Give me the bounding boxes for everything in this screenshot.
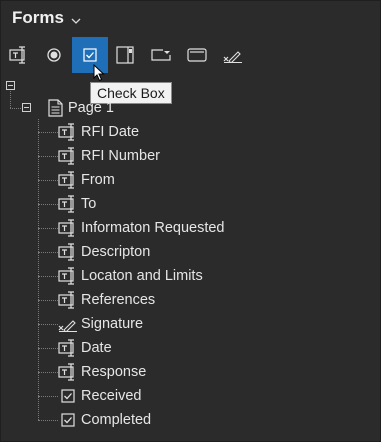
collapse-page-button[interactable] [22, 103, 31, 112]
text-field-icon [58, 266, 78, 286]
tree-connector [38, 156, 58, 157]
tree-connector [38, 372, 58, 373]
text-field-icon [58, 290, 78, 310]
tree-connector [38, 276, 58, 277]
tree-item-label: To [81, 196, 97, 212]
text-field-icon [58, 218, 78, 238]
tree-item-label: Informaton Requested [81, 220, 225, 236]
tree-connector [38, 132, 58, 133]
tree-item-label: RFI Date [81, 124, 140, 140]
tree-item-field[interactable]: Date [58, 338, 112, 358]
checkbox-icon [83, 48, 97, 62]
radio-button-tool-button[interactable] [36, 37, 72, 73]
tree-item-field[interactable]: Signature [58, 314, 143, 334]
text-field-icon [58, 338, 78, 358]
list-box-tool-button[interactable] [107, 37, 143, 73]
tree-connector [38, 228, 58, 229]
text-field-icon [58, 146, 78, 166]
tree-item-label: Descripton [81, 244, 151, 260]
checkbox-icon [58, 386, 78, 406]
tree-item-label: Page 1 [68, 100, 114, 116]
tree-item-field[interactable]: RFI Number [58, 146, 160, 166]
tree-connector [38, 396, 58, 397]
forms-panel: Forms Check Box Page 1 RFI Date RFI Numb… [0, 0, 381, 442]
collapse-root-button[interactable] [6, 81, 15, 90]
tree-item-field[interactable]: Received [58, 386, 141, 406]
tree-item-field[interactable]: RFI Date [58, 122, 139, 142]
tree-connector [38, 420, 58, 421]
tree-connector [38, 300, 58, 301]
tree-item-label: Received [81, 388, 142, 404]
tree-item-field[interactable]: Completed [58, 410, 151, 430]
tree-connector [38, 348, 58, 349]
tree-item-field[interactable]: Response [58, 362, 146, 382]
tree-connector [38, 180, 58, 181]
text-field-icon [9, 46, 25, 64]
chevron-down-icon[interactable] [71, 13, 81, 24]
mouse-pointer-icon [93, 63, 105, 87]
signature-icon [223, 51, 242, 63]
text-field-tool-button[interactable] [1, 37, 37, 73]
tree-item-field[interactable]: To [58, 194, 96, 214]
panel-header[interactable]: Forms [12, 7, 81, 29]
text-field-icon [58, 362, 78, 382]
tree-item-label: Date [81, 340, 112, 356]
list-box-icon [116, 46, 134, 64]
tree-item-field[interactable]: From [58, 170, 115, 190]
tree-item-label: Response [81, 364, 147, 380]
text-field-icon [58, 194, 78, 214]
tree-item-label: From [81, 172, 115, 188]
tree-connector [38, 204, 58, 205]
page-icon [46, 98, 64, 118]
checkbox-icon [58, 410, 78, 430]
tree-connector [38, 324, 58, 325]
tree-item-field[interactable]: References [58, 290, 155, 310]
push-button-tool-button[interactable] [179, 37, 215, 73]
text-field-icon [58, 122, 78, 142]
combo-box-tool-button[interactable] [143, 37, 179, 73]
tree-item-page[interactable]: Page 1 [46, 97, 114, 119]
text-field-icon [58, 170, 78, 190]
tree-item-field[interactable]: Descripton [58, 242, 150, 262]
combo-box-icon [151, 49, 171, 61]
text-field-icon [58, 242, 78, 262]
signature-icon [58, 314, 78, 334]
tree-item-label: Completed [81, 412, 152, 428]
tree-item-label: Locaton and Limits [81, 268, 203, 284]
tree-connector [38, 252, 58, 253]
radio-button-icon [47, 48, 61, 62]
tree-item-label: Signature [81, 316, 144, 332]
tree-item-field[interactable]: Informaton Requested [58, 218, 224, 238]
tree-item-field[interactable]: Locaton and Limits [58, 266, 203, 286]
signature-tool-button[interactable] [215, 37, 251, 73]
tree-item-label: RFI Number [81, 148, 160, 164]
tree-item-label: References [81, 292, 156, 308]
push-button-icon [187, 48, 207, 62]
panel-title: Forms [12, 8, 64, 27]
